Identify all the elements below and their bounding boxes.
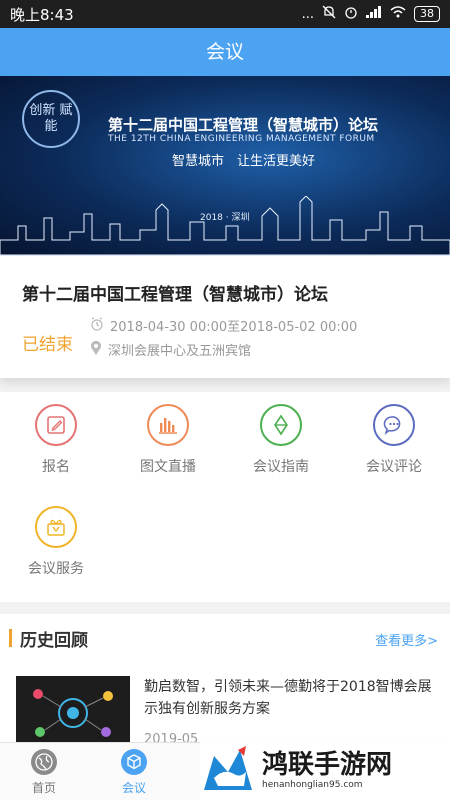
bars-icon xyxy=(147,404,189,446)
alarm-icon xyxy=(344,5,358,23)
tab-meeting-label: 会议 xyxy=(121,781,146,795)
watermark-url: henanhonglian95.com xyxy=(262,780,363,790)
conference-time: 2018-04-30 00:00至2018-05-02 00:00 xyxy=(110,320,358,335)
register-button[interactable]: 报名 xyxy=(0,404,112,476)
cube-icon xyxy=(121,749,147,775)
tab-home[interactable]: 首页 xyxy=(14,749,74,796)
guide-label: 会议指南 xyxy=(253,459,309,475)
forum-logo: 创新 赋能 xyxy=(22,90,80,148)
mute-icon xyxy=(322,5,336,23)
comments-label: 会议评论 xyxy=(366,459,422,475)
comments-button[interactable]: 会议评论 xyxy=(338,404,450,476)
tab-home-label: 首页 xyxy=(31,781,56,795)
conference-location: 深圳会展中心及五洲宾馆 xyxy=(108,344,252,359)
live-stream-label: 图文直播 xyxy=(140,459,196,475)
history-section: 历史回顾 查看更多> 勤启数智，引领未来—德勤将于2018智博会展示独有创新服务… xyxy=(0,614,450,750)
conference-info-card: 第十二届中国工程管理（智慧城市）论坛 已结束 2018-04-30 00:00至… xyxy=(0,256,450,378)
function-grid: 报名 图文直播 会议指南 会议评论 会议服务 xyxy=(0,392,450,602)
signal-icon xyxy=(366,6,382,22)
conference-banner[interactable]: 创新 赋能 第十二届中国工程管理（智慧城市）论坛 THE 12TH CHINA … xyxy=(0,76,450,256)
watermark-logo xyxy=(204,746,252,790)
history-header: 历史回顾 查看更多> xyxy=(0,614,450,660)
banner-title: 第十二届中国工程管理（智慧城市）论坛 xyxy=(108,116,379,134)
news-title[interactable]: 勤启数智，引领未来—德勤将于2018智博会展示独有创新服务方案 xyxy=(144,676,438,720)
tab-meeting[interactable]: 会议 xyxy=(104,749,164,796)
status-badge: 已结束 xyxy=(22,335,73,355)
guide-button[interactable]: 会议指南 xyxy=(225,404,337,476)
nav-bar: 会议 xyxy=(0,28,450,76)
location-pin-icon xyxy=(90,340,102,359)
globe-icon xyxy=(31,749,57,775)
services-button[interactable]: 会议服务 xyxy=(0,506,112,578)
compass-icon xyxy=(260,404,302,446)
alarm-clock-icon xyxy=(90,316,104,335)
status-bar: 晚上8:43 ... 38 xyxy=(0,0,450,28)
tech-illustration-image xyxy=(33,689,113,737)
history-title: 历史回顾 xyxy=(20,631,88,651)
banner-slogan: 智慧城市 让生活更美好 xyxy=(172,154,316,169)
conference-title: 第十二届中国工程管理（智慧城市）论坛 xyxy=(22,285,328,305)
battery-icon: 38 xyxy=(414,6,440,22)
register-label: 报名 xyxy=(42,459,70,475)
live-stream-button[interactable]: 图文直播 xyxy=(112,404,224,476)
edit-icon xyxy=(35,404,77,446)
conference-location-row: 深圳会展中心及五洲宾馆 xyxy=(90,340,251,359)
gift-icon xyxy=(35,506,77,548)
page-title: 会议 xyxy=(205,41,244,63)
news-thumbnail[interactable] xyxy=(16,676,130,750)
site-watermark: 鸿联手游网 henanhonglian95.com xyxy=(200,740,450,800)
view-more-link[interactable]: 查看更多> xyxy=(375,630,438,649)
section-accent-bar xyxy=(9,629,12,647)
status-icons: ... 38 xyxy=(302,5,440,23)
banner-subtitle-en: THE 12TH CHINA ENGINEERING MANAGEMENT FO… xyxy=(108,134,375,144)
services-label: 会议服务 xyxy=(28,561,84,577)
chat-icon xyxy=(373,404,415,446)
watermark-text: 鸿联手游网 xyxy=(262,750,393,780)
status-time: 晚上8:43 xyxy=(10,5,74,24)
wifi-icon xyxy=(390,6,406,22)
notification-dots-icon: ... xyxy=(301,6,314,22)
city-skyline-image xyxy=(0,196,450,256)
conference-time-row: 2018-04-30 00:00至2018-05-02 00:00 xyxy=(90,316,357,335)
